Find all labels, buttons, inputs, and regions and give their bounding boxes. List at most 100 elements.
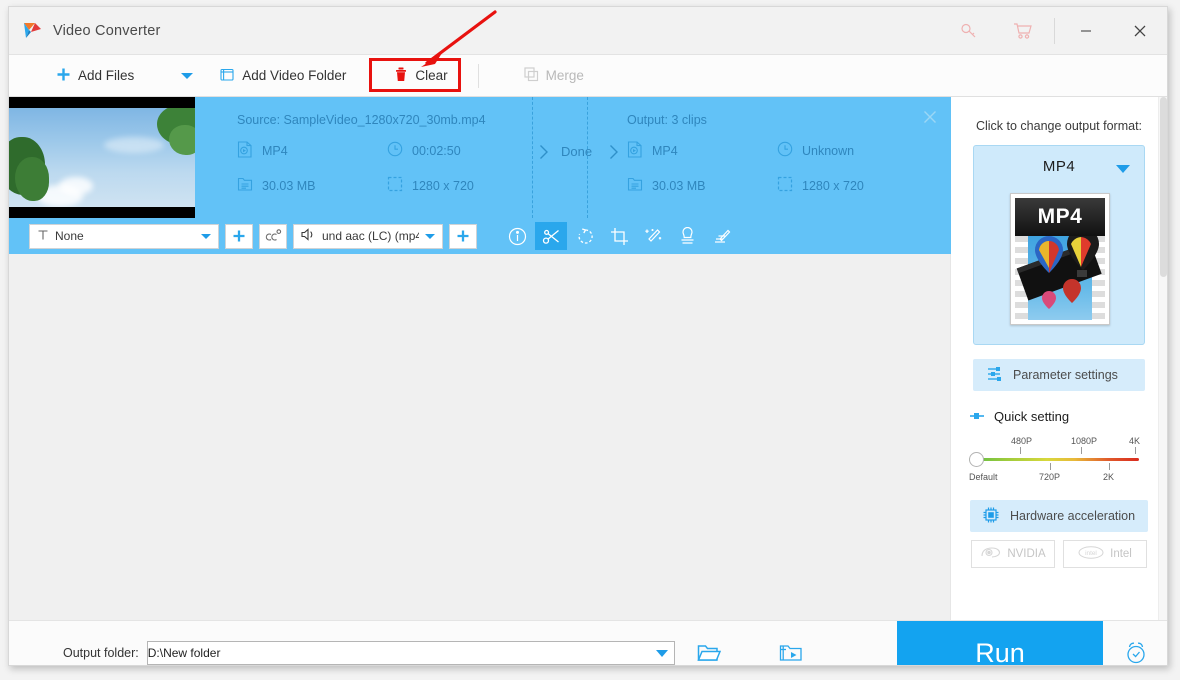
video-list-item[interactable]: Source: SampleVideo_1280x720_30mb.mp4 Ou…	[9, 97, 951, 218]
audio-select[interactable]: und aac (LC) (mp4a	[293, 223, 443, 249]
output-folder-input[interactable]: D:\New folder	[146, 641, 675, 665]
add-video-folder-button[interactable]: Add Video Folder	[211, 55, 355, 97]
app-logo-icon	[21, 20, 43, 42]
title-bar-controls	[942, 7, 1167, 55]
chevron-down-icon[interactable]	[425, 233, 435, 239]
chevron-down-icon[interactable]	[181, 72, 194, 79]
cart-icon[interactable]	[996, 7, 1050, 55]
output-size-value: 30.03 MB	[652, 178, 706, 193]
video-folder-icon	[220, 67, 235, 85]
slider-label-2k: 2K	[1103, 472, 1115, 482]
subtitle-edit-icon[interactable]	[705, 222, 737, 250]
output-format: MP4	[627, 141, 678, 161]
output-format-selector[interactable]: MP4 MP4	[973, 145, 1145, 345]
close-item-icon[interactable]	[922, 109, 938, 125]
effect-wand-icon[interactable]	[637, 222, 669, 250]
slider-label-1080p: 1080P	[1071, 436, 1098, 446]
slider-knob[interactable]	[969, 452, 984, 467]
file-size-icon	[237, 176, 253, 195]
title-bar: Video Converter	[9, 7, 1167, 55]
output-size: 30.03 MB	[627, 176, 706, 195]
chevron-down-icon[interactable]	[201, 233, 211, 239]
output-duration-value: Unknown	[802, 143, 855, 158]
sliders-icon	[987, 366, 1004, 385]
info-icon[interactable]	[501, 222, 533, 250]
intel-icon: intel	[1078, 546, 1104, 562]
plus-icon	[56, 67, 71, 85]
subtitle-value: None	[55, 229, 84, 243]
video-thumbnail	[9, 97, 195, 218]
output-settings-panel: Click to change output format: MP4 MP4 P…	[951, 97, 1167, 620]
preview-button[interactable]	[779, 643, 803, 663]
slider-label-720p: 720P	[1039, 472, 1061, 482]
minimize-icon[interactable]	[1059, 7, 1113, 55]
crop-icon[interactable]	[603, 222, 635, 250]
subtitle-select[interactable]: None	[29, 223, 219, 249]
hardware-acceleration-button[interactable]: Hardware acceleration	[970, 500, 1148, 532]
nvidia-button[interactable]: NVIDIA	[971, 540, 1055, 568]
chevron-down-icon[interactable]	[655, 650, 668, 657]
alarm-clock-icon[interactable]	[1123, 640, 1149, 665]
open-folder-button[interactable]	[697, 643, 721, 663]
slider-label-default: Default	[969, 472, 998, 482]
title-divider	[1054, 18, 1055, 44]
audio-value: und aac (LC) (mp4a	[322, 229, 419, 243]
window-title: Video Converter	[53, 22, 161, 39]
source-duration-value: 00:02:50	[412, 143, 461, 158]
subtitle-T-icon	[37, 229, 49, 244]
bottom-bar: Output folder: D:\New folder Run	[9, 620, 1167, 666]
quick-slider-icon	[969, 409, 986, 424]
quality-slider[interactable]: 480P 1080P 4K Default 720P 2K	[969, 436, 1140, 492]
chevron-right-icon	[609, 144, 619, 160]
add-files-label: Add Files	[78, 68, 135, 83]
cpu-chip-icon	[982, 506, 1000, 527]
merge-button[interactable]: Merge	[515, 55, 593, 97]
source-size-value: 30.03 MB	[262, 178, 316, 193]
output-duration: Unknown	[777, 141, 854, 160]
clear-label: Clear	[415, 68, 448, 83]
chevron-down-icon[interactable]	[1116, 165, 1130, 173]
merge-squares-icon	[524, 66, 539, 85]
video-file-icon	[627, 141, 643, 161]
format-thumbnail: MP4	[1010, 193, 1110, 325]
cut-scissors-icon[interactable]	[535, 222, 567, 250]
output-format-value: MP4	[652, 144, 678, 158]
file-size-icon	[627, 176, 643, 195]
nvidia-icon	[980, 546, 1001, 562]
key-icon[interactable]	[942, 7, 996, 55]
merge-label: Merge	[545, 68, 584, 83]
trash-icon	[394, 67, 408, 85]
clear-button[interactable]: Clear	[385, 55, 456, 97]
output-resolution: 1280 x 720	[777, 176, 864, 195]
scrollbar-thumb[interactable]	[1160, 97, 1167, 277]
intel-button[interactable]: intel Intel	[1063, 540, 1147, 568]
format-thumb-label: MP4	[1037, 205, 1083, 228]
add-files-button[interactable]: Add Files	[47, 55, 143, 97]
source-size: 30.03 MB	[237, 176, 316, 195]
video-info: Source: SampleVideo_1280x720_30mb.mp4 Ou…	[195, 97, 951, 218]
panel-title: Click to change output format:	[975, 119, 1143, 133]
run-button[interactable]: Run	[897, 621, 1103, 666]
run-label: Run	[975, 637, 1025, 666]
close-icon[interactable]	[1113, 7, 1167, 55]
output-folder-value: D:\New folder	[147, 646, 221, 660]
add-subtitle-button[interactable]	[225, 223, 253, 249]
parameter-settings-button[interactable]: Parameter settings	[973, 359, 1145, 391]
svg-text:intel: intel	[1085, 550, 1097, 557]
rotate-icon[interactable]	[569, 222, 601, 250]
chevron-right-icon	[539, 144, 549, 160]
quick-setting-label: Quick setting	[994, 409, 1070, 424]
video-file-icon	[237, 141, 253, 161]
nvidia-label: NVIDIA	[1007, 548, 1046, 560]
toolbar-divider	[477, 63, 479, 88]
cc-settings-icon[interactable]	[259, 223, 287, 249]
clock-icon	[777, 141, 793, 160]
source-resolution: 1280 x 720	[387, 176, 474, 195]
item-edit-bar: None und aac (LC) (mp4a	[9, 218, 951, 254]
watermark-stamp-icon[interactable]	[671, 222, 703, 250]
panel-scrollbar[interactable]	[1158, 97, 1167, 620]
source-format-value: MP4	[262, 144, 288, 158]
add-audio-button[interactable]	[449, 223, 477, 249]
status-badge: Done	[561, 144, 593, 159]
output-folder-label: Output folder:	[63, 646, 139, 660]
